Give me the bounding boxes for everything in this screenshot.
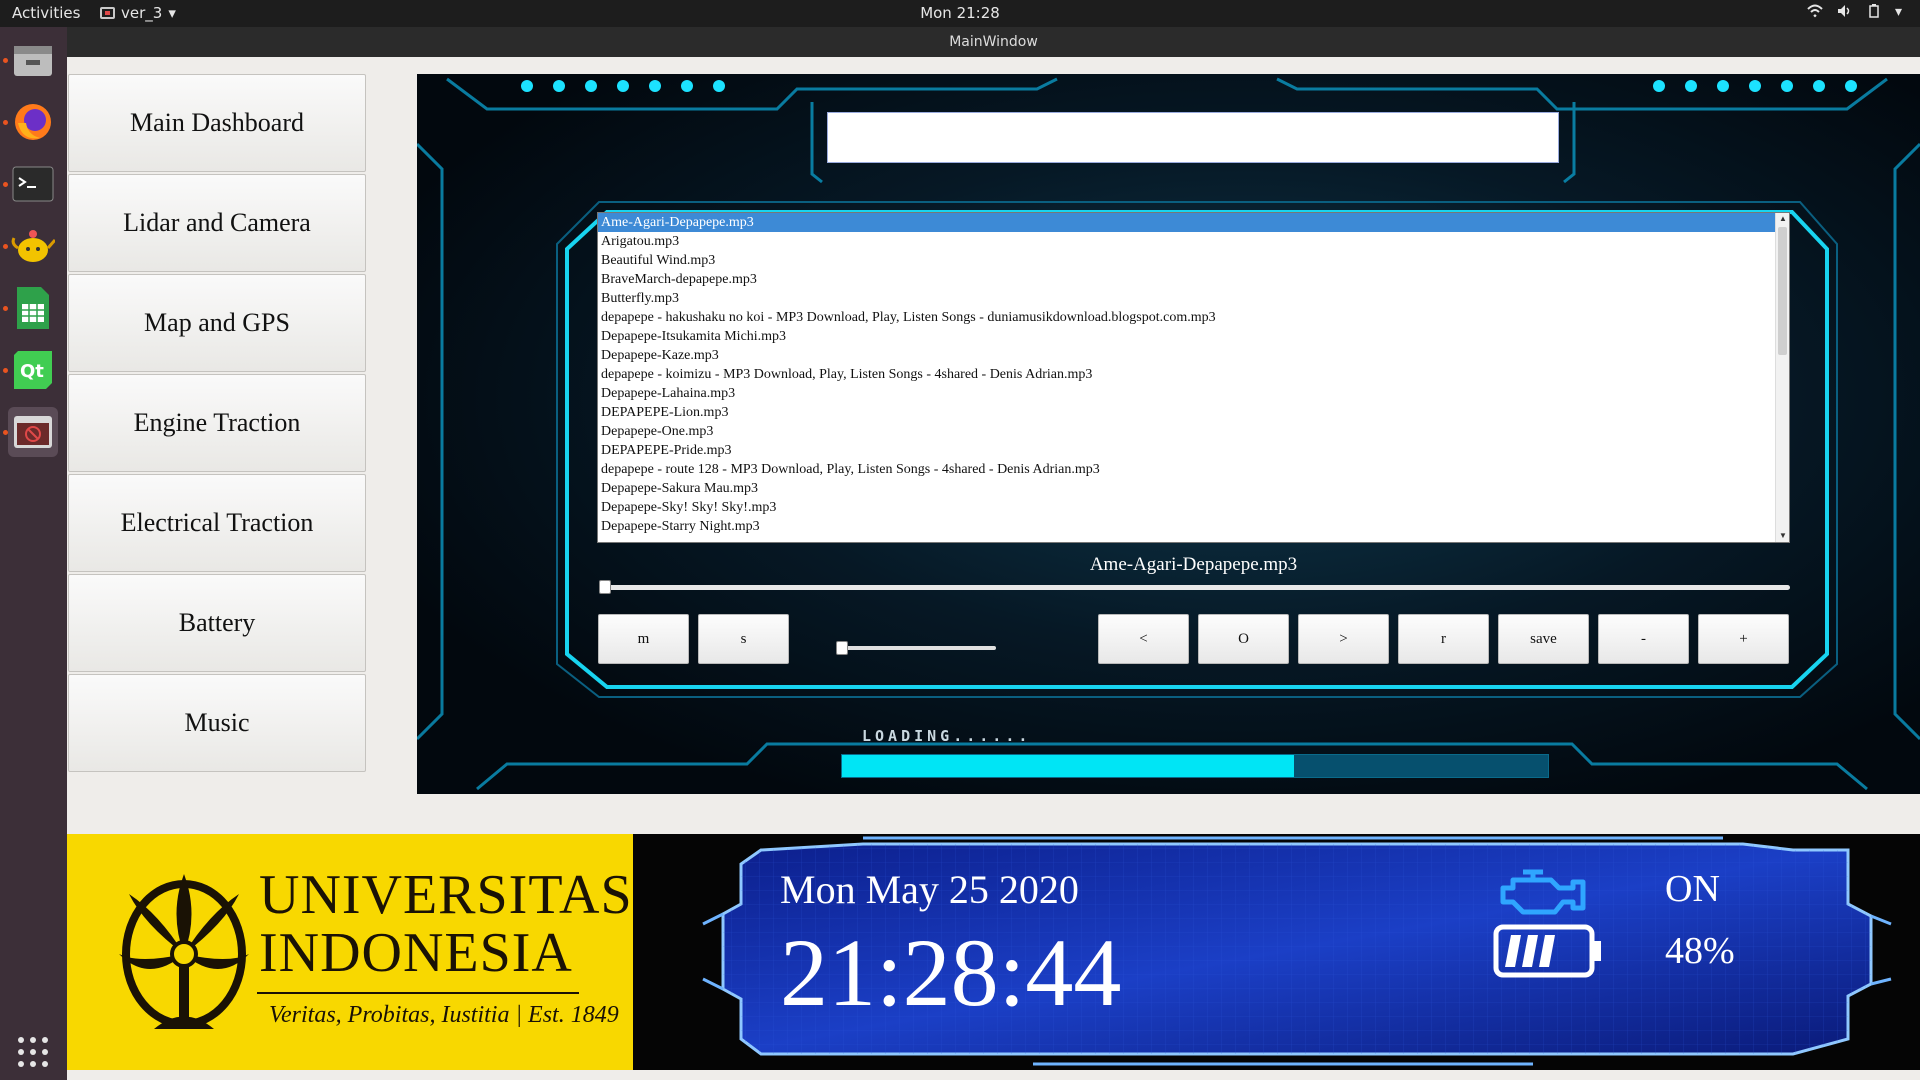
battery-percentage-value: 48% bbox=[1665, 930, 1735, 972]
seek-slider-track[interactable] bbox=[605, 585, 1790, 590]
volume-slider-handle[interactable] bbox=[836, 641, 848, 655]
running-indicator bbox=[3, 120, 8, 125]
university-name-line2: INDONESIA bbox=[259, 922, 573, 984]
playlist-scrollbar[interactable]: ▲ ▼ bbox=[1775, 213, 1789, 542]
playlist-item[interactable]: Depapepe-Kaze.mp3 bbox=[598, 346, 1789, 365]
firefox-icon[interactable] bbox=[8, 97, 58, 147]
loading-label: LOADING...... bbox=[862, 727, 1032, 745]
nav-music-button[interactable]: Music bbox=[68, 674, 366, 772]
next-button[interactable]: > bbox=[1298, 614, 1389, 664]
playlist-item[interactable]: Butterfly.mp3 bbox=[598, 289, 1789, 308]
app-window-icon[interactable] bbox=[8, 407, 58, 457]
song-title-field[interactable] bbox=[827, 112, 1559, 163]
application-dock: Qt bbox=[0, 27, 67, 1080]
battery-tray-icon bbox=[1869, 4, 1879, 18]
playlist-item[interactable]: Depapepe-Sky! Sky! Sky!.mp3 bbox=[598, 498, 1789, 517]
window-title: MainWindow bbox=[67, 27, 1920, 57]
mute-button[interactable]: m bbox=[598, 614, 689, 664]
university-motto: Veritas, Probitas, Iustitia | Est. 1849 bbox=[269, 1002, 619, 1028]
university-name-line1: UNIVERSITAS bbox=[259, 864, 633, 926]
nav-battery-button[interactable]: Battery bbox=[68, 574, 366, 672]
save-button[interactable]: save bbox=[1498, 614, 1589, 664]
system-clock[interactable]: Mon 21:28 bbox=[0, 4, 1920, 22]
running-indicator bbox=[3, 182, 8, 187]
qt-creator-icon[interactable]: Qt bbox=[8, 345, 58, 395]
playlist[interactable]: Ame-Agari-Depapepe.mp3 Arigatou.mp3 Beau… bbox=[597, 212, 1790, 543]
playlist-item[interactable]: depapepe - route 128 - MP3 Download, Pla… bbox=[598, 460, 1789, 479]
playlist-item[interactable]: DEPAPEPE-Pride.mp3 bbox=[598, 441, 1789, 460]
playlist-item[interactable]: Depapepe-Starry Night.mp3 bbox=[598, 517, 1789, 536]
repeat-button[interactable]: r bbox=[1398, 614, 1489, 664]
playlist-item[interactable]: BraveMarch-depapepe.mp3 bbox=[598, 270, 1789, 289]
loading-progress-bar bbox=[841, 754, 1549, 778]
scroll-up-icon[interactable]: ▲ bbox=[1777, 213, 1789, 225]
nav-electrical-traction-button[interactable]: Electrical Traction bbox=[68, 474, 366, 572]
divider bbox=[257, 992, 579, 994]
stop-button[interactable]: s bbox=[698, 614, 789, 664]
volume-slider-track[interactable] bbox=[841, 646, 996, 650]
running-indicator bbox=[3, 244, 8, 249]
battery-cell bbox=[1522, 935, 1538, 967]
system-top-bar: Activities ver_3 ▾ Mon 21:28 ▾ bbox=[0, 0, 1920, 27]
seek-slider-handle[interactable] bbox=[599, 580, 611, 594]
chevron-down-icon: ▾ bbox=[1894, 4, 1902, 20]
playlist-item[interactable]: Depapepe-Itsukamita Michi.mp3 bbox=[598, 327, 1789, 346]
date-display: Mon May 25 2020 bbox=[780, 867, 1079, 912]
nav-engine-traction-button[interactable]: Engine Traction bbox=[68, 374, 366, 472]
playlist-item[interactable]: depapepe - hakushaku no koi - MP3 Downlo… bbox=[598, 308, 1789, 327]
files-icon[interactable] bbox=[8, 35, 58, 85]
battery-cell bbox=[1539, 935, 1555, 967]
playlist-item[interactable]: DEPAPEPE-Lion.mp3 bbox=[598, 403, 1789, 422]
wifi-icon bbox=[1807, 4, 1823, 18]
running-indicator bbox=[3, 430, 8, 435]
music-player-panel: Ame-Agari-Depapepe.mp3 Arigatou.mp3 Beau… bbox=[417, 74, 1920, 794]
scrollbar-thumb[interactable] bbox=[1778, 227, 1787, 355]
scroll-down-icon[interactable]: ▼ bbox=[1777, 530, 1789, 542]
battery-icon bbox=[1493, 924, 1601, 978]
teapot-icon[interactable] bbox=[8, 221, 58, 271]
svg-text:Qt: Qt bbox=[20, 361, 44, 382]
running-indicator bbox=[3, 58, 8, 63]
university-name: UNIVERSITAS INDONESIA bbox=[259, 866, 633, 982]
terminal-icon[interactable] bbox=[8, 159, 58, 209]
playlist-item[interactable]: Ame-Agari-Depapepe.mp3 bbox=[598, 213, 1789, 232]
time-display: 21:28:44 bbox=[780, 919, 1122, 1026]
battery-cell bbox=[1505, 935, 1521, 967]
volume-up-button[interactable]: + bbox=[1698, 614, 1789, 664]
now-playing-label: Ame-Agari-Depapepe.mp3 bbox=[1089, 554, 1298, 575]
spreadsheet-icon[interactable] bbox=[8, 283, 58, 333]
running-indicator bbox=[3, 306, 8, 311]
play-button[interactable]: O bbox=[1198, 614, 1289, 664]
main-window: MainWindow Main Dashboard Lidar and Came… bbox=[67, 27, 1920, 1080]
volume-icon bbox=[1837, 5, 1850, 17]
university-logo-panel: UNIVERSITAS INDONESIA Veritas, Probitas,… bbox=[67, 834, 633, 1070]
playlist-item[interactable]: Arigatou.mp3 bbox=[598, 232, 1789, 251]
volume-down-button[interactable]: - bbox=[1598, 614, 1689, 664]
loading-progress-fill bbox=[842, 755, 1294, 777]
status-dashboard-panel: Mon May 25 2020 21:28:44 ON 48% bbox=[633, 834, 1920, 1070]
playlist-item[interactable]: depapepe - koimizu - MP3 Download, Play,… bbox=[598, 365, 1789, 384]
playlist-item[interactable]: Beautiful Wind.mp3 bbox=[598, 251, 1789, 270]
nav-main-dashboard-button[interactable]: Main Dashboard bbox=[68, 74, 366, 172]
previous-button[interactable]: < bbox=[1098, 614, 1189, 664]
playlist-item[interactable]: Depapepe-Sakura Mau.mp3 bbox=[598, 479, 1789, 498]
system-tray[interactable]: ▾ bbox=[1807, 4, 1902, 20]
running-indicator bbox=[3, 368, 8, 373]
university-emblem-logo bbox=[119, 874, 249, 1029]
nav-map-gps-button[interactable]: Map and GPS bbox=[68, 274, 366, 372]
nav-lidar-camera-button[interactable]: Lidar and Camera bbox=[68, 174, 366, 272]
engine-icon bbox=[1500, 869, 1586, 915]
playlist-item[interactable]: Depapepe-One.mp3 bbox=[598, 422, 1789, 441]
playlist-item[interactable]: Depapepe-Lahaina.mp3 bbox=[598, 384, 1789, 403]
show-applications-icon[interactable] bbox=[8, 1027, 58, 1077]
engine-status-value: ON bbox=[1665, 868, 1720, 910]
